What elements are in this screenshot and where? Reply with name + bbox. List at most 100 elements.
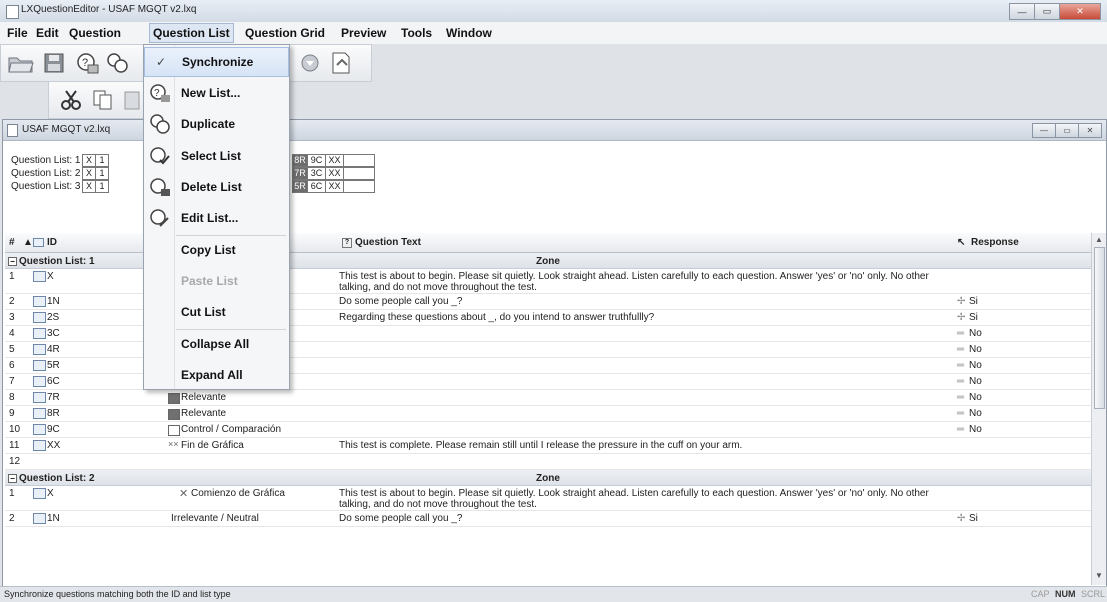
question-type[interactable]: Relevante [181,408,226,419]
response-value[interactable]: Si [969,296,978,307]
menu-item-select-list[interactable]: Select List [144,142,289,170]
question-type[interactable]: Irrelevante / Neutral [171,513,259,524]
open-folder-icon[interactable] [6,50,36,76]
doc-minimize-button[interactable]: — [1032,123,1056,138]
question-type[interactable]: Control / Comparación [181,424,281,435]
menu-item-delete-list[interactable]: Delete List [144,173,289,201]
vertical-scrollbar[interactable]: ▲ ▼ [1091,233,1106,585]
menu-file[interactable]: File [4,24,31,42]
export-icon[interactable] [329,50,353,76]
list-cell[interactable]: 9C [307,154,326,167]
scroll-down-icon[interactable]: ▼ [1095,571,1103,580]
question-id[interactable]: 5R [47,360,60,371]
menu-preview[interactable]: Preview [338,24,389,42]
question-text[interactable]: This test is complete. Please remain sti… [339,440,959,451]
response-value[interactable]: No [969,376,982,387]
table-row[interactable]: 8 7R Relevante ═ No [5,390,1091,406]
menu-question[interactable]: Question [66,24,124,42]
list-cell[interactable]: X [82,154,96,167]
close-button[interactable]: ✕ [1059,3,1101,20]
save-icon[interactable] [41,50,67,76]
table-row[interactable]: 10 9C Control / Comparación ═ No [5,422,1091,438]
header-id[interactable]: ID [47,237,57,248]
question-text[interactable]: Regarding these questions about _, do yo… [339,312,959,323]
menu-item-edit-list[interactable]: Edit List... [144,204,289,232]
list-cell[interactable]: XX [325,167,344,180]
response-value[interactable]: Si [969,513,978,524]
response-value[interactable]: Si [969,312,978,323]
menu-item-collapse-all[interactable]: Collapse All [144,330,289,358]
response-value[interactable]: No [969,344,982,355]
response-value[interactable]: No [969,408,982,419]
paste-icon[interactable] [121,88,145,112]
question-id[interactable]: 3C [47,328,60,339]
id-header-icon [33,238,44,247]
doc-restore-button[interactable]: ▭ [1055,123,1079,138]
menu-question-list[interactable]: Question List [149,23,234,43]
table-row[interactable]: 1 X ✕ Comienzo de Gráfica This test is about… [5,486,1091,511]
question-id[interactable]: 1N [47,513,60,524]
header-question-text[interactable]: Question Text [355,237,421,248]
list-cell[interactable]: XX [325,180,344,193]
menu-item-cut-list[interactable]: Cut List [144,298,289,326]
header-response[interactable]: Response [971,237,1019,248]
list-cell[interactable]: 1 [95,154,109,167]
list-cell[interactable]: 3C [307,167,326,180]
question-id[interactable]: 2S [47,312,59,323]
minimize-button[interactable]: — [1009,3,1035,20]
questions-icon[interactable] [105,50,131,76]
question-type[interactable]: Comienzo de Gráfica [191,488,285,499]
list-cell[interactable]: 8R [292,154,308,167]
header-num[interactable]: # [9,237,15,248]
question-id[interactable]: 1N [47,296,60,307]
question-id[interactable]: X [47,271,54,282]
question-id[interactable]: 8R [47,408,60,419]
list-cell[interactable]: 7R [292,167,308,180]
list-cell[interactable]: 1 [95,180,109,193]
table-row[interactable]: 2 1N Irrelevante / Neutral Do some people c… [5,511,1091,527]
copy-icon[interactable] [91,88,115,112]
menu-item-copy-list[interactable]: Copy List [144,236,289,264]
list-cell[interactable]: 6C [307,180,326,193]
list-cell[interactable]: XX [325,154,344,167]
menu-window[interactable]: Window [443,24,495,42]
menu-item-expand-all[interactable]: Expand All [144,361,289,389]
cut-icon[interactable] [59,88,83,112]
question-id[interactable]: XX [47,440,60,451]
question-type[interactable]: Fin de Gráfica [181,440,244,451]
response-value[interactable]: No [969,328,982,339]
down-arrow-icon[interactable] [299,52,321,74]
menu-item-synchronize[interactable]: ✓ Synchronize [144,47,289,77]
table-row[interactable]: 9 8R Relevante ═ No [5,406,1091,422]
doc-close-button[interactable]: ✕ [1078,123,1102,138]
table-row[interactable]: 11 XX ×× Fin de Gráfica This test is complet… [5,438,1091,454]
menu-edit[interactable]: Edit [33,24,62,42]
group-row[interactable]: − Question List: 2 Zone [5,470,1091,486]
menu-item-duplicate[interactable]: Duplicate [144,110,289,138]
question-id[interactable]: 9C [47,424,60,435]
question-id[interactable]: X [47,488,54,499]
question-text[interactable]: This test is about to begin. Please sit … [339,271,959,293]
scroll-up-icon[interactable]: ▲ [1095,235,1103,244]
response-value[interactable]: No [969,424,982,435]
response-value[interactable]: No [969,392,982,403]
question-text[interactable]: Do some people call you _? [339,513,959,524]
question-type[interactable]: Relevante [181,392,226,403]
question-icon[interactable]: ? [75,50,101,76]
response-value[interactable]: No [969,360,982,371]
list-cell[interactable]: 5R [292,180,308,193]
question-id[interactable]: 4R [47,344,60,355]
question-id[interactable]: 7R [47,392,60,403]
menu-tools[interactable]: Tools [398,24,435,42]
list-cell[interactable]: X [82,180,96,193]
question-text[interactable]: Do some people call you _? [339,296,959,307]
question-text[interactable]: This test is about to begin. Please sit … [339,488,959,510]
maximize-button[interactable]: ▭ [1034,3,1060,20]
list-cell[interactable]: X [82,167,96,180]
menu-question-grid[interactable]: Question Grid [242,24,328,42]
table-row[interactable]: 12 [5,454,1091,470]
question-id[interactable]: 6C [47,376,60,387]
list-cell[interactable]: 1 [95,167,109,180]
menu-item-new-list[interactable]: ? New List... [144,79,289,107]
scrollbar-thumb[interactable] [1094,247,1105,409]
